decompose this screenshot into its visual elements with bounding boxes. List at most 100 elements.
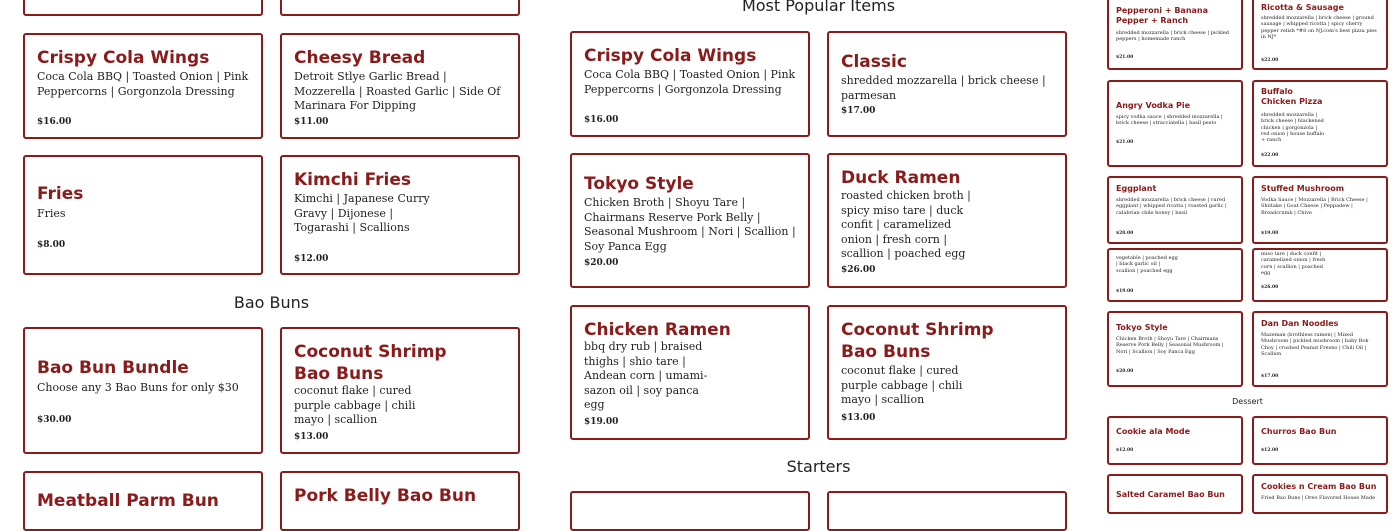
item-name: Pork Belly Bao Bun bbox=[294, 486, 477, 506]
section-heading-dessert: Dessert bbox=[1232, 397, 1263, 406]
menu-card-bao-bun-bundle[interactable]: Bao Bun Bundle Choose any 3 Bao Buns for… bbox=[23, 327, 263, 454]
item-price: $8.00 bbox=[37, 240, 66, 250]
menu-card-ricotta-sausage[interactable]: Ricotta & Sausage shredded mozzarella | … bbox=[1252, 0, 1388, 70]
item-name: Tokyo Style bbox=[1116, 323, 1168, 332]
item-description: Fried Bao Buns | Oreo Flavored House Mad… bbox=[1261, 495, 1376, 501]
menu-card-duck-ramen[interactable]: Duck Ramen roasted chicken broth | spicy… bbox=[827, 153, 1067, 288]
menu-card-partial-bottom-1[interactable] bbox=[570, 491, 810, 531]
item-name: Angry Vodka Pie bbox=[1116, 101, 1191, 110]
menu-card-eggplant[interactable]: Eggplant shredded mozzarella | brick che… bbox=[1107, 176, 1243, 244]
menu-card-kimchi-fries[interactable]: Kimchi Fries Kimchi | Japanese Curry Gra… bbox=[280, 155, 520, 275]
item-price: $13.00 bbox=[294, 432, 329, 442]
item-name: Cookies n Cream Bao Bun bbox=[1261, 482, 1377, 491]
menu-card-partial-bottom-2[interactable] bbox=[827, 491, 1067, 531]
menu-card-tokyo-style[interactable]: Tokyo Style Chicken Broth | Shoyu Tare |… bbox=[570, 153, 810, 288]
item-description: Mazeman (brothless ramen) | Mixed Mushro… bbox=[1261, 332, 1369, 357]
item-price: $19.00 bbox=[584, 417, 619, 427]
item-description: Vodka Sauce | Mozzarella | Brick Cheese … bbox=[1261, 197, 1368, 216]
menu-card-ramen-partial-2[interactable]: miso tare | duck confit | caramelized on… bbox=[1252, 248, 1388, 302]
item-description: Detroit Stlye Garlic Bread | Mozzerella … bbox=[294, 70, 501, 112]
item-price: $12.00 bbox=[294, 254, 329, 264]
menu-card-coconut-shrimp-bao-buns[interactable]: Coconut Shrimp Bao Buns coconut flake | … bbox=[827, 305, 1067, 440]
item-description: vegetable | poached egg | black garlic o… bbox=[1116, 255, 1178, 274]
menu-card-pork-belly-bao-bun[interactable]: Pork Belly Bao Bun bbox=[280, 471, 520, 531]
item-price: $12.00 bbox=[1261, 448, 1279, 453]
item-price: $19.00 bbox=[1116, 289, 1134, 294]
item-description: coconut flake | cured purple cabbage | c… bbox=[294, 384, 416, 426]
menu-card-cookies-n-cream-bao-bun[interactable]: Cookies n Cream Bao Bun Fried Bao Buns |… bbox=[1252, 474, 1388, 514]
item-name: Cookie ala Mode bbox=[1116, 427, 1191, 436]
item-price: $21.00 bbox=[1116, 140, 1134, 145]
item-name: Chicken Ramen bbox=[584, 320, 731, 340]
item-description: coconut flake | cured purple cabbage | c… bbox=[841, 364, 963, 406]
menu-card-coconut-shrimp-bao-buns[interactable]: Coconut Shrimp Bao Buns coconut flake | … bbox=[280, 327, 520, 454]
item-description: Kimchi | Japanese Curry Gravy | Dijonese… bbox=[294, 192, 430, 234]
menu-card-partial-top-1[interactable] bbox=[23, 0, 263, 16]
item-description: Chicken Broth | Shoyu Tare | Chairmans R… bbox=[1116, 336, 1224, 355]
menu-card-stuffed-mushroom[interactable]: Stuffed Mushroom Vodka Sauce | Mozzarell… bbox=[1252, 176, 1388, 244]
item-name: Dan Dan Noodles bbox=[1261, 319, 1339, 328]
menu-card-fries[interactable]: Fries Fries $8.00 bbox=[23, 155, 263, 275]
menu-card-classic[interactable]: Classic shredded mozzarella | brick chee… bbox=[827, 31, 1067, 137]
menu-card-partial-top-2[interactable] bbox=[280, 0, 520, 16]
menu-card-cookie-ala-mode[interactable]: Cookie ala Mode $12.00 bbox=[1107, 416, 1243, 465]
menu-card-crispy-cola-wings[interactable]: Crispy Cola Wings Coca Cola BBQ | Toaste… bbox=[570, 31, 810, 137]
menu-card-angry-vodka-pie[interactable]: Angry Vodka Pie spicy vodka sauce | shre… bbox=[1107, 80, 1243, 167]
item-name: Duck Ramen bbox=[841, 168, 961, 188]
item-description: Chicken Broth | Shoyu Tare | Chairmans R… bbox=[584, 196, 796, 253]
item-description: Coca Cola BBQ | Toasted Onion | Pink Pep… bbox=[37, 70, 249, 98]
item-name: Crispy Cola Wings bbox=[37, 48, 210, 68]
item-name: Coconut Shrimp Bao Buns bbox=[294, 342, 447, 384]
item-price: $21.00 bbox=[1116, 55, 1134, 60]
menu-card-crispy-cola-wings[interactable]: Crispy Cola Wings Coca Cola BBQ | Toaste… bbox=[23, 33, 263, 139]
item-price: $20.00 bbox=[1116, 231, 1134, 236]
menu-card-cheesy-bread[interactable]: Cheesy Bread Detroit Stlye Garlic Bread … bbox=[280, 33, 520, 139]
item-description: Fries bbox=[37, 207, 66, 220]
item-price: $30.00 bbox=[37, 415, 72, 425]
item-name: Bao Bun Bundle bbox=[37, 358, 189, 378]
section-heading-most-popular: Most Popular Items bbox=[741, 0, 896, 15]
item-price: $17.00 bbox=[841, 106, 876, 116]
item-name: Fries bbox=[37, 184, 84, 204]
item-name: Churros Bao Bun bbox=[1261, 427, 1337, 436]
item-price: $22.00 bbox=[1261, 153, 1279, 158]
menu-card-chicken-ramen[interactable]: Chicken Ramen bbq dry rub | braised thig… bbox=[570, 305, 810, 440]
item-description: Coca Cola BBQ | Toasted Onion | Pink Pep… bbox=[584, 68, 796, 96]
item-name: Kimchi Fries bbox=[294, 170, 412, 190]
item-price: $26.00 bbox=[1261, 285, 1279, 290]
item-price: $19.00 bbox=[1261, 231, 1279, 236]
item-description: shredded mozzarella | brick cheese | par… bbox=[841, 74, 1046, 102]
menu-card-tokyo-style-small[interactable]: Tokyo Style Chicken Broth | Shoyu Tare |… bbox=[1107, 311, 1243, 387]
menu-card-dan-dan-noodles[interactable]: Dan Dan Noodles Mazeman (brothless ramen… bbox=[1252, 311, 1388, 387]
item-description: shredded mozzarella | brick cheese | gro… bbox=[1261, 15, 1377, 40]
item-name: Classic bbox=[841, 52, 907, 72]
item-description: shredded mozzarella | brick cheese | bla… bbox=[1261, 112, 1325, 144]
item-description: miso tare | duck confit | caramelized on… bbox=[1261, 251, 1326, 276]
item-price: $13.00 bbox=[841, 413, 876, 423]
item-name: Salted Caramel Bao Bun bbox=[1116, 490, 1225, 499]
item-price: $12.00 bbox=[1116, 448, 1134, 453]
item-description: spicy vodka sauce | shredded mozzarella … bbox=[1116, 114, 1223, 127]
menu-card-ramen-partial-1[interactable]: vegetable | poached egg | black garlic o… bbox=[1107, 248, 1243, 302]
section-heading-starters: Starters bbox=[786, 457, 851, 476]
item-name: Cheesy Bread bbox=[294, 48, 426, 68]
item-name: Ricotta & Sausage bbox=[1261, 3, 1344, 12]
item-name: Tokyo Style bbox=[584, 174, 694, 194]
item-price: $17.00 bbox=[1261, 374, 1279, 379]
item-price: $16.00 bbox=[37, 117, 72, 127]
item-name: Buffalo Chicken Pizza bbox=[1261, 87, 1323, 106]
item-price: $20.00 bbox=[584, 258, 619, 268]
item-name: Crispy Cola Wings bbox=[584, 46, 757, 66]
item-description: roasted chicken broth | spicy miso tare … bbox=[841, 189, 971, 260]
item-name: Eggplant bbox=[1116, 184, 1157, 193]
menu-card-pepperoni-banana-pepper-ranch[interactable]: Pepperoni + Banana Pepper + Ranch shredd… bbox=[1107, 0, 1243, 70]
item-name: Stuffed Mushroom bbox=[1261, 184, 1345, 193]
item-description: shredded mozzarella | brick cheese | cur… bbox=[1116, 197, 1227, 216]
menu-card-meatball-parm-bun[interactable]: Meatball Parm Bun bbox=[23, 471, 263, 531]
menu-card-churros-bao-bun[interactable]: Churros Bao Bun $12.00 bbox=[1252, 416, 1388, 465]
item-price: $16.00 bbox=[584, 115, 619, 125]
item-description: Choose any 3 Bao Buns for only $30 bbox=[37, 381, 239, 394]
menu-card-salted-caramel-bao-bun[interactable]: Salted Caramel Bao Bun bbox=[1107, 474, 1243, 514]
menu-card-buffalo-chicken-pizza[interactable]: Buffalo Chicken Pizza shredded mozzarell… bbox=[1252, 80, 1388, 167]
item-price: $20.00 bbox=[1116, 369, 1134, 374]
